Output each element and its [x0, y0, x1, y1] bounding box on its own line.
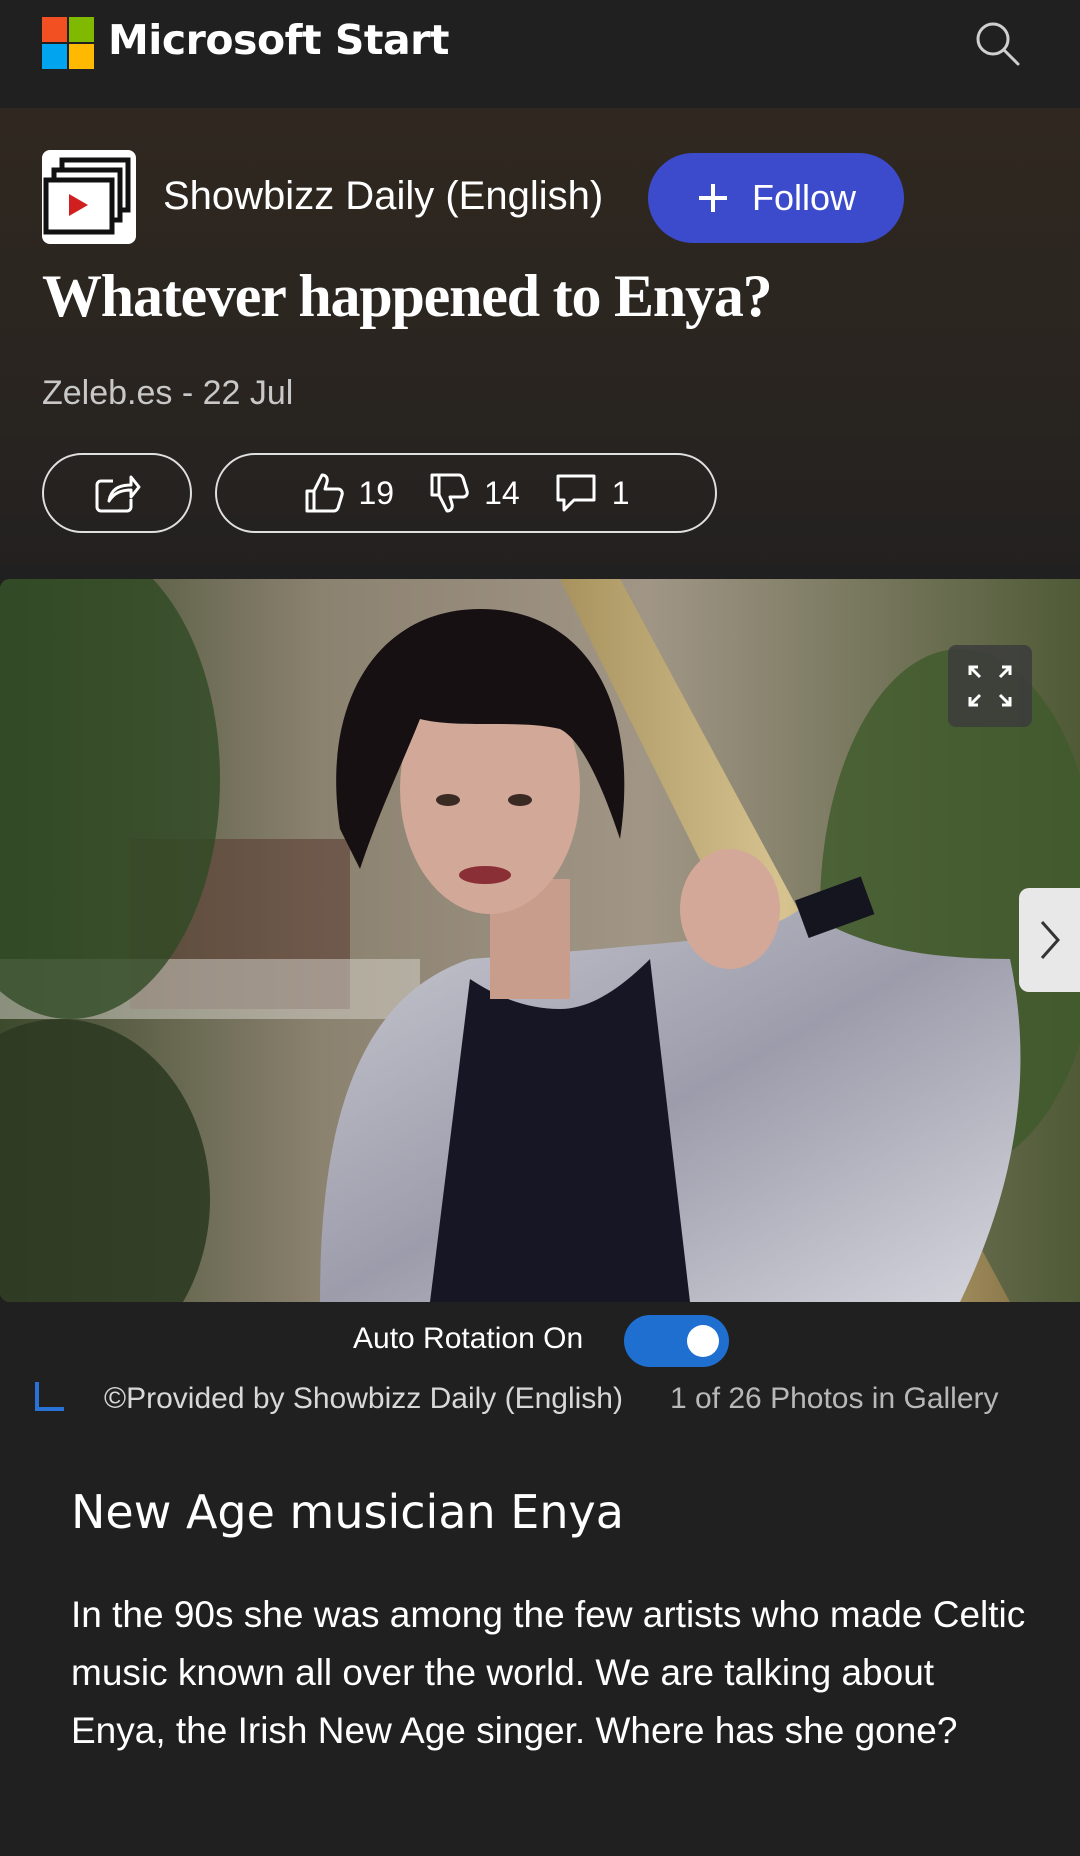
- auto-rotation-row: Auto Rotation On: [0, 1313, 1080, 1369]
- article-header: Showbizz Daily (English) Follow Whatever…: [0, 108, 1080, 564]
- publisher-logo[interactable]: [42, 150, 136, 244]
- comment-icon: [556, 474, 596, 512]
- auto-rotation-label: Auto Rotation On: [353, 1322, 584, 1355]
- corner-bracket-icon: [35, 1382, 64, 1411]
- search-icon[interactable]: [972, 18, 1024, 70]
- app-brand: Microsoft Start: [108, 16, 449, 64]
- auto-rotation-toggle[interactable]: [624, 1315, 729, 1367]
- share-button[interactable]: [42, 453, 192, 533]
- gallery-photo[interactable]: [0, 579, 1080, 1302]
- reactions-bar: 19 14 1: [215, 453, 717, 533]
- thumbs-down-icon: [430, 473, 469, 513]
- dislike-count: 14: [484, 474, 520, 511]
- publisher-name[interactable]: Showbizz Daily (English): [163, 174, 603, 219]
- plus-icon: [698, 184, 727, 212]
- like-button[interactable]: 19: [303, 471, 395, 515]
- next-photo-button[interactable]: [1019, 888, 1080, 992]
- gallery-position: 1 of 26 Photos in Gallery: [670, 1382, 999, 1415]
- share-icon: [95, 475, 141, 513]
- comment-count: 1: [611, 474, 630, 511]
- comments-button[interactable]: 1: [554, 472, 630, 514]
- top-bar: Microsoft Start: [0, 0, 1080, 108]
- thumbs-up-icon: [305, 473, 344, 513]
- follow-button[interactable]: Follow: [648, 153, 904, 243]
- toggle-knob: [687, 1325, 719, 1357]
- expand-icon[interactable]: [948, 645, 1032, 727]
- photo-credit: ©Provided by Showbizz Daily (English): [104, 1382, 623, 1415]
- article-source-date: Zeleb.es - 22 Jul: [42, 374, 294, 412]
- photo-caption-row: ©Provided by Showbizz Daily (English) 1 …: [0, 1380, 1080, 1422]
- slide-description: In the 90s she was among the few artists…: [71, 1594, 1026, 1751]
- follow-label: Follow: [751, 177, 857, 218]
- microsoft-logo-icon: [42, 17, 94, 69]
- chevron-right-icon: [1040, 921, 1060, 959]
- slide-title: New Age musician Enya: [71, 1485, 624, 1539]
- dislike-button[interactable]: 14: [428, 471, 520, 515]
- like-count: 19: [358, 474, 395, 511]
- page-title: Whatever happened to Enya?: [42, 263, 773, 329]
